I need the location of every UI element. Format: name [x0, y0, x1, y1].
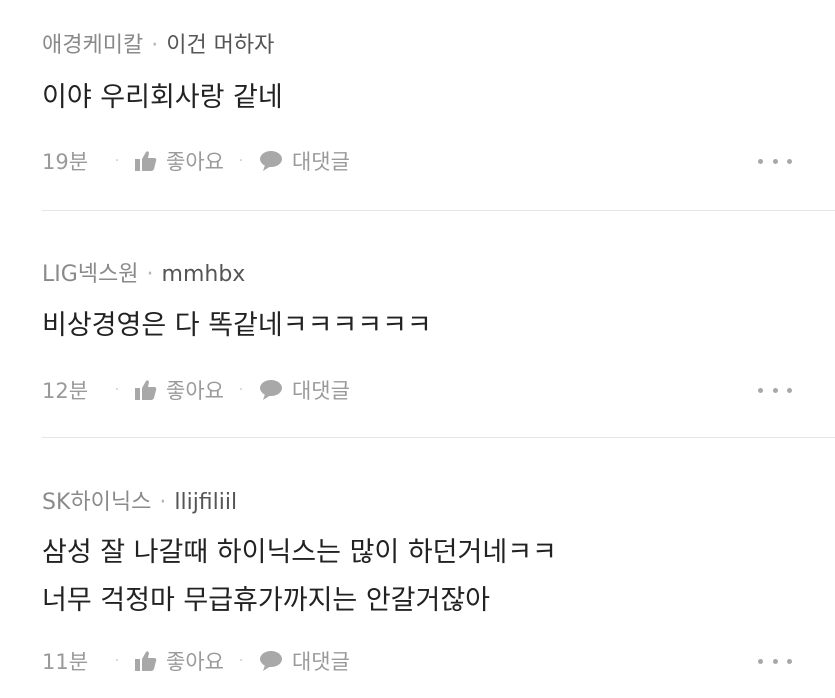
like-button[interactable]: 좋아요 — [134, 646, 224, 676]
comment-time: 19분 — [42, 150, 89, 174]
comment-actions: 19분 · 좋아요 · 대댓글 — [42, 145, 792, 177]
more-options-button[interactable] — [758, 145, 792, 177]
comment-line: 삼성 잘 나갈때 하이닉스는 많이 하던거네ㅋㅋ — [42, 537, 557, 568]
like-button[interactable]: 좋아요 — [134, 146, 224, 176]
company-name: 애경케미칼 — [42, 33, 144, 58]
comment-body: 비상경영은 다 똑같네ㅋㅋㅋㅋㅋㅋ — [42, 302, 432, 350]
more-options-button[interactable] — [758, 645, 792, 677]
reply-label: 대댓글 — [291, 379, 350, 403]
comment-item: SK하이닉스 · llijfiliil 삼성 잘 나갈때 하이닉스는 많이 하던거네… — [42, 438, 835, 698]
action-separator: · — [238, 653, 244, 669]
reply-label: 대댓글 — [291, 150, 350, 174]
reply-button[interactable]: 대댓글 — [258, 646, 350, 676]
more-dot — [772, 158, 778, 164]
thumbs-up-icon — [135, 380, 157, 400]
comment-line: 이야 우리회사랑 같네 — [42, 82, 283, 113]
comment-actions: 12분 · 좋아요 · 대댓글 — [42, 374, 792, 406]
comment-time: 12분 — [42, 379, 89, 403]
like-label: 좋아요 — [166, 650, 224, 674]
action-separator: · — [114, 382, 120, 398]
comment-line: 비상경영은 다 똑같네ㅋㅋㅋㅋㅋㅋ — [42, 310, 432, 341]
more-dot — [787, 387, 792, 393]
meta-separator: · — [151, 33, 159, 58]
author-nickname: mmhbx — [161, 262, 246, 287]
reply-button[interactable]: 대댓글 — [258, 375, 350, 405]
thumbs-up-icon — [135, 151, 157, 171]
more-dot — [787, 158, 792, 164]
comment-body: 삼성 잘 나갈때 하이닉스는 많이 하던거네ㅋㅋ 너무 걱정마 무급휴가까지는 … — [42, 529, 557, 625]
more-dot — [772, 387, 778, 393]
more-dot — [772, 658, 778, 664]
speech-bubble-icon — [259, 151, 282, 171]
company-name: SK하이닉스 — [42, 490, 152, 515]
comment-time: 11분 — [42, 650, 89, 674]
more-dots-icon — [758, 387, 763, 393]
comment-author[interactable]: LIG넥스원 · mmhbx — [42, 256, 245, 288]
like-button[interactable]: 좋아요 — [134, 375, 224, 405]
comment-item: 애경케미칼 · 이건 머하자 이야 우리회사랑 같네 19분 · 좋아요 · 대댓글 — [42, 0, 835, 211]
author-nickname: 이건 머하자 — [166, 33, 275, 58]
meta-separator: · — [146, 262, 154, 287]
more-dots-icon — [758, 158, 763, 164]
comment-author[interactable]: 애경케미칼 · 이건 머하자 — [42, 27, 274, 59]
company-name: LIG넥스원 — [42, 262, 139, 287]
action-separator: · — [114, 653, 120, 669]
thumbs-up-icon — [135, 651, 157, 671]
like-label: 좋아요 — [166, 379, 224, 403]
action-separator: · — [238, 153, 244, 169]
comment-body: 이야 우리회사랑 같네 — [42, 74, 283, 122]
comment-actions: 11분 · 좋아요 · 대댓글 — [42, 645, 792, 677]
like-label: 좋아요 — [166, 150, 224, 174]
reply-label: 대댓글 — [291, 650, 350, 674]
action-separator: · — [114, 153, 120, 169]
speech-bubble-icon — [259, 651, 282, 671]
more-dot — [787, 658, 792, 664]
action-separator: · — [238, 382, 244, 398]
reply-button[interactable]: 대댓글 — [258, 146, 350, 176]
more-dots-icon — [758, 658, 763, 664]
comment-author[interactable]: SK하이닉스 · llijfiliil — [42, 484, 237, 516]
meta-separator: · — [159, 490, 167, 515]
author-nickname: llijfiliil — [174, 490, 238, 515]
comment-item: LIG넥스원 · mmhbx 비상경영은 다 똑같네ㅋㅋㅋㅋㅋㅋ 12분 · 좋아요… — [42, 211, 835, 438]
more-options-button[interactable] — [758, 374, 792, 406]
speech-bubble-icon — [259, 380, 282, 400]
comment-line: 너무 걱정마 무급휴가까지는 안갈거잖아 — [42, 585, 491, 616]
